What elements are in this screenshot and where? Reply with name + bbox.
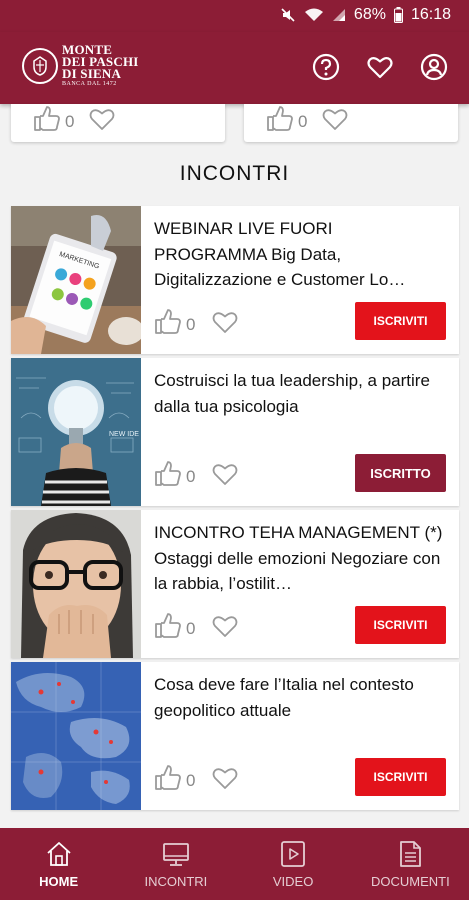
signal-icon <box>332 7 346 23</box>
previous-cards-row: 0 0 <box>0 104 469 144</box>
nav-incontri[interactable]: INCONTRI <box>117 828 234 900</box>
like-icon[interactable] <box>266 106 294 137</box>
like-icon[interactable] <box>154 613 182 644</box>
play-icon <box>278 839 308 874</box>
heart-icon[interactable] <box>211 766 239 795</box>
section-title: INCONTRI <box>179 162 290 185</box>
monitor-icon <box>161 839 191 874</box>
favorites-icon[interactable] <box>365 52 395 82</box>
event-card[interactable]: INCONTRO TEHA MANAGEMENT (*) Ostaggi del… <box>11 510 459 658</box>
like-icon[interactable] <box>154 461 182 492</box>
like-count: 0 <box>298 111 308 131</box>
register-button[interactable]: ISCRIVITI <box>355 606 446 644</box>
heart-icon[interactable] <box>211 614 239 643</box>
battery-icon <box>393 7 403 23</box>
logo-seal-icon <box>22 48 58 84</box>
lightbulb-head-image: NEW IDE <box>11 358 141 506</box>
nav-video[interactable]: VIDEO <box>235 828 352 900</box>
register-button[interactable]: ISCRIVITI <box>355 302 446 340</box>
logo-line-3: DI SIENA <box>62 66 122 81</box>
marketing-tablet-image: MARKETING <box>11 206 141 354</box>
nav-home[interactable]: HOME <box>0 828 117 900</box>
help-icon[interactable] <box>311 52 341 82</box>
nav-label: VIDEO <box>272 874 314 889</box>
event-card[interactable]: MARKETING WEBINAR LIVE FUORI PROGRAMMA B… <box>11 206 459 354</box>
document-icon <box>395 839 425 874</box>
app-header: MONTE DEI PASCHI DI SIENA BANCA DAL 1472 <box>0 32 469 104</box>
like-icon[interactable] <box>154 309 182 340</box>
nav-label: HOME <box>39 874 79 889</box>
logo-tagline: BANCA DAL 1472 <box>62 81 117 87</box>
like-count: 0 <box>186 314 196 334</box>
register-button[interactable]: ISCRIVITI <box>355 758 446 796</box>
bottom-navigation: HOME INCONTRI VIDEO DOCUMENTI <box>0 828 469 900</box>
previous-card[interactable]: 0 <box>11 104 225 142</box>
nav-label: INCONTRI <box>144 874 208 889</box>
event-title[interactable]: Cosa deve fare l’Italia nel contesto geo… <box>154 672 446 724</box>
worried-woman-image <box>11 510 141 658</box>
like-icon[interactable] <box>154 765 182 796</box>
like-count: 0 <box>186 466 196 486</box>
like-count: 0 <box>186 618 196 638</box>
like-icon[interactable] <box>33 106 61 137</box>
event-title[interactable]: Costruisci la tua leadership, a partire … <box>154 368 446 420</box>
bank-logo[interactable]: MONTE DEI PASCHI DI SIENA BANCA DAL 1472 <box>22 43 139 88</box>
event-card[interactable]: NEW IDE Costruisci la tua leadership, a … <box>11 358 459 506</box>
previous-card[interactable]: 0 <box>244 104 458 142</box>
status-bar: 68% 16:18 <box>0 0 469 32</box>
svg-text:NEW IDE: NEW IDE <box>109 431 139 438</box>
event-title[interactable]: WEBINAR LIVE FUORI PROGRAMMA Big Data, D… <box>154 216 446 293</box>
clock: 16:18 <box>410 6 451 23</box>
heart-icon[interactable] <box>211 462 239 491</box>
mute-icon <box>280 7 296 23</box>
heart-icon[interactable] <box>88 107 116 136</box>
wifi-icon <box>304 7 324 23</box>
battery-percent: 68% <box>353 6 386 23</box>
world-map-image <box>11 662 141 810</box>
heart-icon[interactable] <box>211 310 239 339</box>
like-count: 0 <box>65 111 75 131</box>
registered-button[interactable]: ISCRITTO <box>355 454 446 492</box>
nav-label: DOCUMENTI <box>371 874 450 889</box>
event-card[interactable]: Cosa deve fare l’Italia nel contesto geo… <box>11 662 459 810</box>
like-count: 0 <box>186 770 196 790</box>
heart-icon[interactable] <box>321 107 349 136</box>
home-icon <box>44 839 74 874</box>
account-icon[interactable] <box>419 52 449 82</box>
event-title[interactable]: INCONTRO TEHA MANAGEMENT (*) Ostaggi del… <box>154 520 446 597</box>
nav-documenti[interactable]: DOCUMENTI <box>352 828 469 900</box>
